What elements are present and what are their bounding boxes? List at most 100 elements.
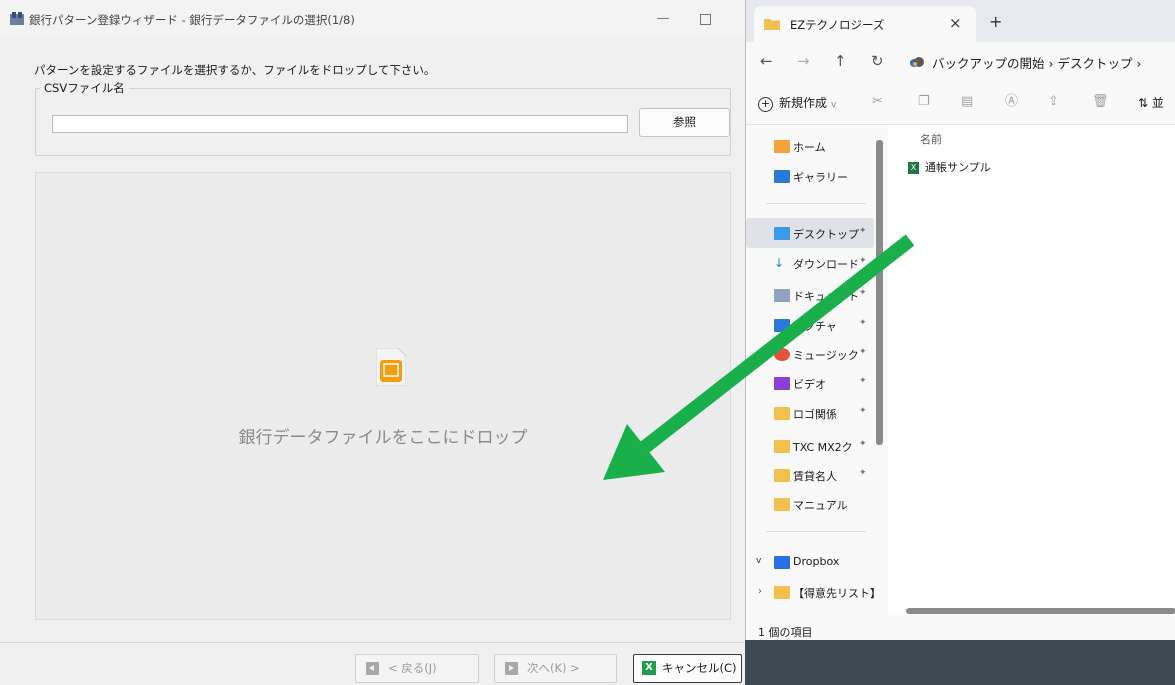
next-icon <box>505 662 518 675</box>
gallery-icon <box>774 170 790 183</box>
back-arrow-icon[interactable]: ← <box>760 52 773 70</box>
document-icon <box>774 289 790 302</box>
desktop-background <box>745 640 1175 685</box>
music-icon <box>774 348 790 361</box>
sidebar-item-label: 【得意先リスト】 <box>793 587 881 600</box>
status-bar-text: 1 個の項目 <box>758 626 813 639</box>
sidebar-item-pictures[interactable]: ピクチャ ✦ <box>746 310 874 340</box>
copy-icon[interactable]: ❐ <box>918 95 932 109</box>
address-breadcrumb[interactable]: バックアップの開始 › デスクトップ › <box>932 53 1141 72</box>
sidebar-item-customer-list[interactable]: › 【得意先リスト】 <box>746 577 881 607</box>
sidebar-item-label: ギャラリー <box>793 171 848 184</box>
horizontal-scrollbar[interactable] <box>906 608 1175 614</box>
cancel-icon: X <box>642 661 656 675</box>
sidebar-item-gallery[interactable]: ギャラリー <box>746 161 874 191</box>
content-pane: 名前 X 通帳サンプル <box>888 125 1175 615</box>
minimize-button[interactable]: — <box>653 10 673 28</box>
sidebar-item-label: ミュージック <box>793 349 859 362</box>
folder-icon <box>774 498 790 511</box>
sort-icon: ⇅ <box>1138 96 1149 110</box>
up-arrow-icon[interactable]: ↑ <box>834 52 847 70</box>
sidebar-item-downloads[interactable]: ↓ ダウンロード ✦ <box>746 248 874 278</box>
picture-icon <box>774 319 790 332</box>
desktop-icon <box>774 227 790 240</box>
wizard-title: 銀行パターン登録ウィザード - 銀行データファイルの選択(1/8) <box>29 13 355 27</box>
rename-icon[interactable]: Ⓐ <box>1005 95 1019 109</box>
sidebar-item-manual-folder[interactable]: マニュアル <box>746 489 874 519</box>
sidebar-item-desktop[interactable]: デスクトップ ✦ <box>746 218 874 248</box>
sidebar-item-label: 賃貸名人 <box>793 470 837 483</box>
sidebar-item-label: TXC MX2ク <box>793 441 853 454</box>
dropbox-icon <box>774 556 790 569</box>
footer-divider <box>0 642 745 643</box>
new-button-label: 新規作成 <box>779 96 828 110</box>
next-button[interactable]: 次へ(K) > <box>494 654 617 683</box>
forward-arrow-icon[interactable]: → <box>797 52 810 70</box>
sidebar-item-logo-folder[interactable]: ロゴ関係 ✦ <box>746 398 874 428</box>
sidebar-item-label: ピクチャ <box>793 320 837 333</box>
sidebar-item-label: Dropbox <box>793 555 840 568</box>
wizard-window: 銀行パターン登録ウィザード - 銀行データファイルの選択(1/8) — パターン… <box>0 0 746 685</box>
sidebar-item-dropbox[interactable]: v Dropbox <box>746 547 874 577</box>
browse-button[interactable]: 参照 <box>639 108 730 137</box>
new-button[interactable]: + 新規作成 v <box>758 94 836 112</box>
maximize-button[interactable] <box>695 10 715 28</box>
plus-circle-icon: + <box>758 97 773 112</box>
download-icon: ↓ <box>774 256 785 270</box>
cancel-button-label: キャンセル(C) <box>662 661 737 675</box>
folder-icon <box>774 586 790 599</box>
pin-icon: ✦ <box>859 226 867 236</box>
new-tab-icon[interactable]: + <box>989 12 1002 31</box>
refresh-icon[interactable]: ↻ <box>871 52 884 70</box>
explorer-tab-title: EZテクノロジーズ <box>790 18 885 32</box>
share-icon[interactable]: ⇪ <box>1048 95 1062 109</box>
explorer-addressbar: ← → ↑ ↻ バックアップの開始 › デスクトップ › <box>746 42 1175 82</box>
sidebar-item-label: マニュアル <box>793 499 848 512</box>
sidebar-item-txc-folder[interactable]: TXC MX2ク ✦ <box>746 431 874 461</box>
folder-icon <box>764 19 780 30</box>
pin-icon: ✦ <box>859 256 867 266</box>
home-icon <box>774 140 790 153</box>
cut-icon[interactable]: ✂ <box>872 95 886 109</box>
pin-icon: ✦ <box>859 318 867 328</box>
back-button[interactable]: < 戻る(J) <box>355 654 479 683</box>
paste-icon[interactable]: ▤ <box>961 95 975 109</box>
explorer-tab[interactable]: EZテクノロジーズ × <box>754 6 976 42</box>
folder-icon <box>774 469 790 482</box>
sidebar-item-label: ビデオ <box>793 378 826 391</box>
file-name: 通帳サンプル <box>925 161 991 174</box>
delete-icon[interactable]: 🗑 <box>1092 95 1109 109</box>
sidebar-item-music[interactable]: ミュージック ✦ <box>746 339 874 369</box>
excel-file-icon: X <box>908 162 919 174</box>
sidebar-item-home[interactable]: ホーム <box>746 131 874 161</box>
chevron-right-icon: › <box>758 586 762 597</box>
sidebar-item-chintai-folder[interactable]: 賃貸名人 ✦ <box>746 460 874 490</box>
file-item[interactable]: X 通帳サンプル <box>908 159 991 175</box>
explorer-tabbar: EZテクノロジーズ × + <box>746 0 1175 42</box>
nav-scrollbar[interactable] <box>876 140 883 445</box>
explorer-window: EZテクノロジーズ × + ← → ↑ ↻ バックアップの開始 › デスクトップ… <box>745 0 1175 640</box>
sidebar-item-documents[interactable]: ドキュメント ✦ <box>746 280 874 310</box>
drop-zone-text: 銀行データファイルをここにドロップ <box>238 428 528 448</box>
next-button-label: 次へ(K) > <box>527 661 580 675</box>
sort-button[interactable]: ⇅ 並 <box>1138 94 1164 111</box>
folder-icon <box>774 407 790 420</box>
sort-label: 並 <box>1151 96 1164 110</box>
maximize-icon <box>699 14 711 25</box>
close-tab-icon[interactable]: × <box>949 14 962 32</box>
cancel-button[interactable]: X キャンセル(C) <box>633 654 742 683</box>
sidebar-item-videos[interactable]: ビデオ ✦ <box>746 368 874 398</box>
column-header-name[interactable]: 名前 <box>920 131 942 147</box>
back-icon <box>366 662 379 675</box>
navigation-pane: ホーム ギャラリー デスクトップ ✦ ↓ ダウンロード ✦ ドキュメント ✦ ピ… <box>746 125 881 622</box>
drop-zone[interactable]: 銀行データファイルをここにドロップ <box>35 172 731 620</box>
pin-icon: ✦ <box>859 439 867 449</box>
cloud-backup-icon <box>910 57 924 67</box>
instruction-text: パターンを設定するファイルを選択するか、ファイルをドロップして下さい。 <box>34 63 436 77</box>
chevron-down-icon: v <box>756 556 762 566</box>
csv-filename-input[interactable] <box>52 115 628 133</box>
app-icon <box>10 12 24 25</box>
csv-group-label: CSVファイル名 <box>40 80 129 96</box>
video-icon <box>774 377 790 390</box>
back-button-label: < 戻る(J) <box>388 661 437 675</box>
